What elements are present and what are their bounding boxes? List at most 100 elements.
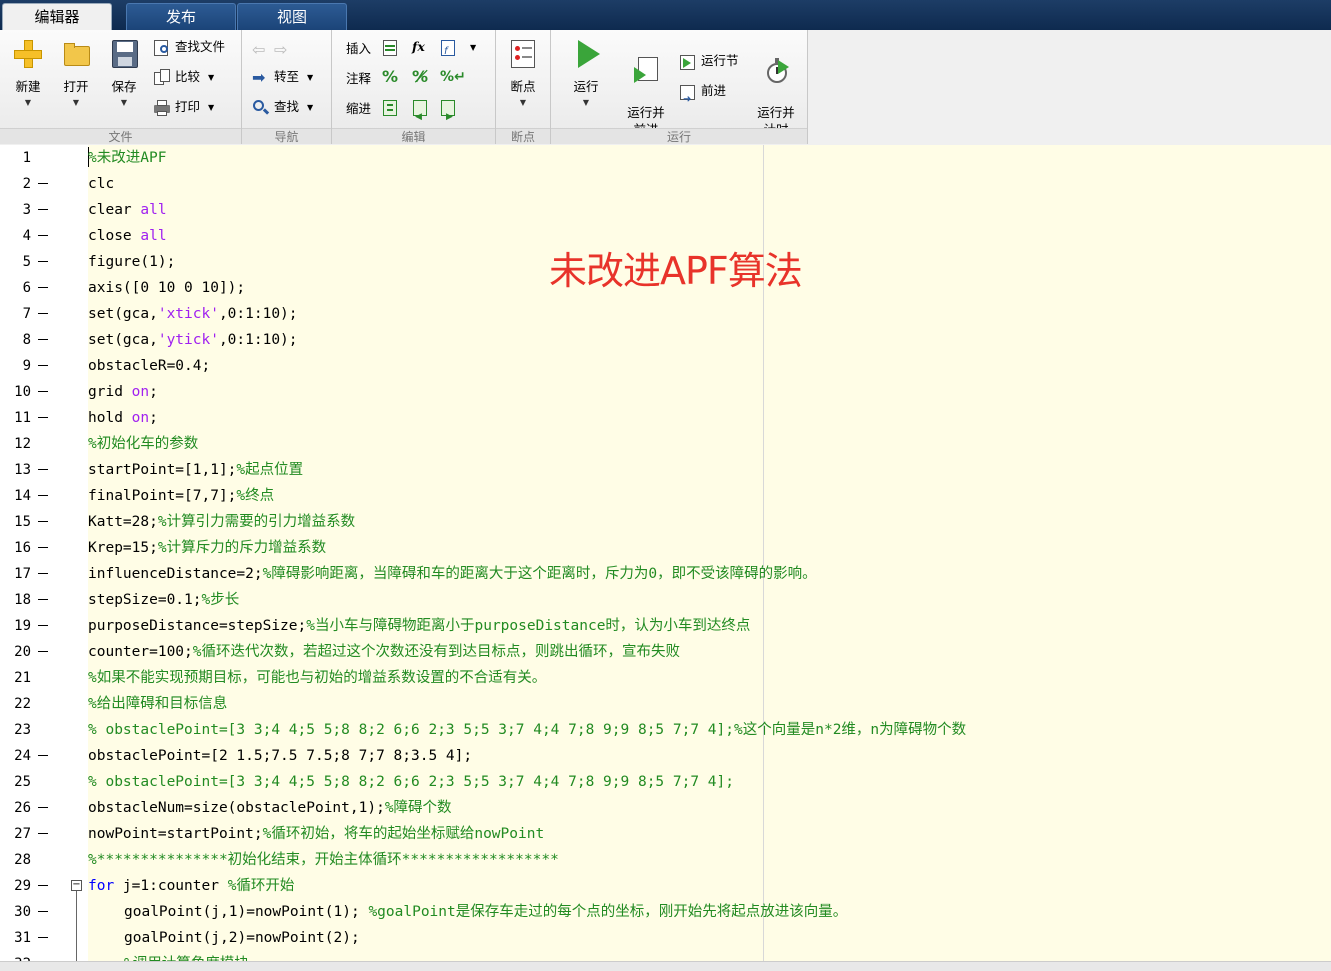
save-button[interactable]: 保存 ▼ <box>104 38 144 107</box>
executable-line-marker[interactable] <box>38 547 48 548</box>
executable-line-marker[interactable] <box>38 417 48 418</box>
fold-toggle-icon[interactable]: − <box>71 880 82 891</box>
code-token: 'xtick' <box>157 306 219 322</box>
print-button[interactable]: 打印 ▼ <box>153 96 214 118</box>
code-text: counter=100;%循环迭代次数，若超过这个次数还没有到达目标点，则跳出循… <box>88 639 680 665</box>
executable-line-marker[interactable] <box>38 209 48 210</box>
advance-button[interactable]: ➜ 前进 <box>679 80 726 105</box>
goto-button[interactable]: ➡ 转至 ▼ <box>252 66 313 88</box>
executable-line-marker[interactable] <box>38 755 48 756</box>
executable-line-marker[interactable] <box>38 651 48 652</box>
code-line[interactable]: 26 obstacleNum=size(obstaclePoint,1);%障碍个… <box>0 795 1331 821</box>
executable-line-marker[interactable] <box>38 885 48 886</box>
uncomment-button[interactable]: %̸ <box>412 66 428 88</box>
run-and-time-button[interactable]: 运行并 计时 <box>751 38 801 138</box>
run-section-button[interactable]: 运行节 <box>679 50 739 72</box>
executable-line-marker[interactable] <box>38 391 48 392</box>
code-line[interactable]: 19 purposeDistance=stepSize;%当小车与障碍物距离小于p… <box>0 613 1331 639</box>
code-line[interactable]: 23 % obstaclePoint=[3 3;4 4;5 5;8 8;2 6;6… <box>0 717 1331 743</box>
new-button[interactable]: 新建 ▼ <box>8 38 48 107</box>
run-button[interactable]: 运行 ▼ <box>565 38 607 107</box>
code-line[interactable]: 13 startPoint=[1,1];%起点位置 <box>0 457 1331 483</box>
file-group-label: 文件 <box>0 128 241 144</box>
code-line[interactable]: 17 influenceDistance=2;%障碍影响距离，当障碍和车的距离大于… <box>0 561 1331 587</box>
code-line[interactable]: 1 %未改进APF <box>0 145 1331 171</box>
increase-indent-button[interactable]: ▶ <box>440 96 462 122</box>
insert-function-button[interactable]: fx <box>412 36 425 58</box>
tab-view[interactable]: 视图 <box>237 3 347 30</box>
floppy-disk-icon <box>108 38 140 70</box>
code-line[interactable]: 27 nowPoint=startPoint;%循环初始，将车的起始坐标赋给now… <box>0 821 1331 847</box>
code-line[interactable]: 21 %如果不能实现预期目标，可能也与初始的增益系数设置的不合适有关。 <box>0 665 1331 691</box>
code-line[interactable]: 14 finalPoint=[7,7];%终点 <box>0 483 1331 509</box>
breakpoints-button[interactable]: 断点 ▼ <box>502 38 544 107</box>
code-line[interactable]: 32 %调用计算角度模块 <box>0 951 1331 961</box>
executable-line-marker[interactable] <box>38 287 48 288</box>
tab-editor[interactable]: 编辑器 <box>2 3 112 30</box>
executable-line-marker[interactable] <box>38 469 48 470</box>
executable-line-marker[interactable] <box>38 235 48 236</box>
executable-line-marker[interactable] <box>38 183 48 184</box>
executable-line-marker[interactable] <box>38 495 48 496</box>
executable-line-marker[interactable] <box>38 625 48 626</box>
insert-section-button[interactable] <box>382 36 404 58</box>
executable-line-marker[interactable] <box>38 261 48 262</box>
code-line[interactable]: 20 counter=100;%循环迭代次数，若超过这个次数还没有到达目标点，则跳… <box>0 639 1331 665</box>
smart-indent-button[interactable] <box>382 96 404 118</box>
open-button[interactable]: 打开 ▼ <box>56 38 96 107</box>
code-token: %终点 <box>236 488 275 504</box>
run-section-label: 运行节 <box>701 53 739 68</box>
code-line[interactable]: 29 − for j=1:counter %循环开始 <box>0 873 1331 899</box>
code-token: goalPoint(j,2)=nowPoint(2); <box>124 930 360 946</box>
find-files-button[interactable]: 查找文件 <box>153 36 225 58</box>
code-line[interactable]: 7 set(gca,'xtick',0:1:10); <box>0 301 1331 327</box>
executable-line-marker[interactable] <box>38 807 48 808</box>
code-text: obstaclePoint=[2 1.5;7.5 7.5;8 7;7 8;3.5… <box>88 743 472 769</box>
code-line[interactable]: 18 stepSize=0.1;%步长 <box>0 587 1331 613</box>
tab-publish[interactable]: 发布 <box>126 3 236 30</box>
code-line[interactable]: 22 %给出障碍和目标信息 <box>0 691 1331 717</box>
code-line[interactable]: 8 set(gca,'ytick',0:1:10); <box>0 327 1331 353</box>
code-line[interactable]: 16 Krep=15;%计算斥力的斥力增益系数 <box>0 535 1331 561</box>
code-line[interactable]: 15 Katt=28;%计算引力需要的引力增益系数 <box>0 509 1331 535</box>
code-line[interactable]: 9 obstacleR=0.4; <box>0 353 1331 379</box>
executable-line-marker[interactable] <box>38 339 48 340</box>
code-line[interactable]: 2 clc <box>0 171 1331 197</box>
executable-line-marker[interactable] <box>38 365 48 366</box>
code-line[interactable]: 11 hold on; <box>0 405 1331 431</box>
code-line[interactable]: 25 % obstaclePoint=[3 3;4 4;5 5;8 8;2 6;6… <box>0 769 1331 795</box>
executable-line-marker[interactable] <box>38 521 48 522</box>
chevron-down-icon: ▼ <box>120 98 128 107</box>
insert-function-file-button[interactable]: f ▼ <box>440 36 476 58</box>
run-label: 运行 <box>573 79 599 94</box>
horizontal-scrollbar[interactable] <box>0 961 1331 971</box>
decrease-indent-button[interactable]: ◀ <box>412 96 434 122</box>
find-files-label: 查找文件 <box>175 39 226 54</box>
find-button[interactable]: 查找 ▼ <box>252 96 313 118</box>
code-line[interactable]: 30 goalPoint(j,1)=nowPoint(1); %goalPoint… <box>0 899 1331 925</box>
code-editor[interactable]: 1 %未改进APF 2 clc 3 clear all 4 close all 5 figure(… <box>0 145 1331 961</box>
back-forward-buttons[interactable]: ⇦ ⇨ <box>252 36 296 59</box>
comment-button[interactable]: % <box>382 66 398 88</box>
wrap-comment-button[interactable]: %↵ <box>440 66 466 88</box>
executable-line-marker[interactable] <box>38 573 48 574</box>
code-text: grid on; <box>88 379 158 405</box>
code-line[interactable]: 31 goalPoint(j,2)=nowPoint(2); <box>0 925 1331 951</box>
code-token: clc <box>88 176 115 192</box>
code-line[interactable]: 28 %***************初始化结束，开始主体循环**********… <box>0 847 1331 873</box>
executable-line-marker[interactable] <box>38 911 48 912</box>
code-line[interactable]: 3 clear all <box>0 197 1331 223</box>
run-and-advance-button[interactable]: 运行并 前进 <box>621 38 671 138</box>
code-line[interactable]: 10 grid on; <box>0 379 1331 405</box>
executable-line-marker[interactable] <box>38 313 48 314</box>
code-line[interactable]: 12 %初始化车的参数 <box>0 431 1331 457</box>
executable-line-marker[interactable] <box>38 833 48 834</box>
compare-button[interactable]: 比较 ▼ <box>153 66 214 88</box>
chevron-down-icon: ▼ <box>208 72 215 82</box>
executable-line-marker[interactable] <box>38 599 48 600</box>
executable-line-marker[interactable] <box>38 937 48 938</box>
code-text: axis([0 10 0 10]); <box>88 275 245 301</box>
code-text: influenceDistance=2;%障碍影响距离，当障碍和车的距离大于这个… <box>88 561 817 587</box>
code-line[interactable]: 24 obstaclePoint=[2 1.5;7.5 7.5;8 7;7 8;3… <box>0 743 1331 769</box>
code-token: all <box>140 228 167 244</box>
